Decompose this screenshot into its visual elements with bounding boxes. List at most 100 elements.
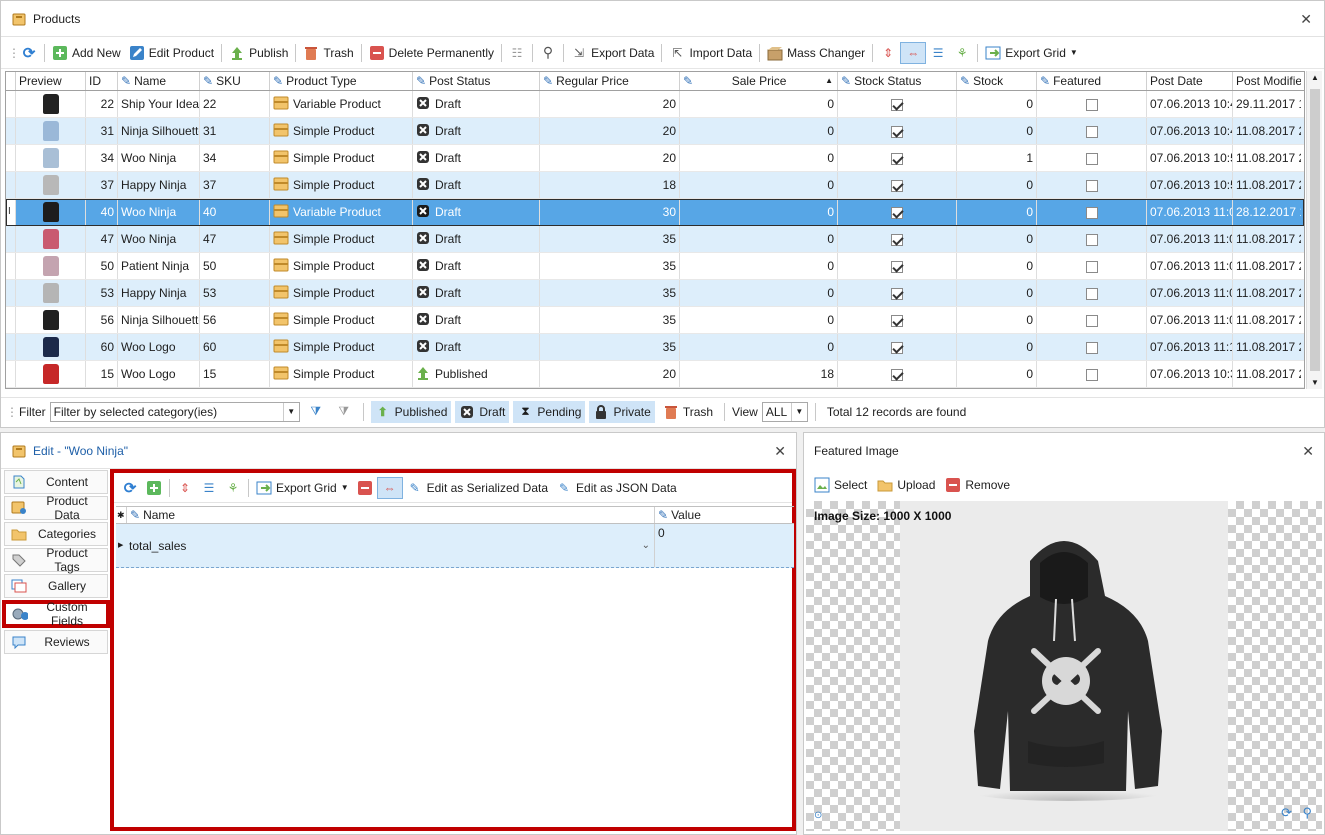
col-header-featured[interactable]: ✎ Featured (1037, 72, 1147, 90)
id-cell[interactable]: 56 (86, 307, 118, 333)
col-header-post-status[interactable]: ✎ Post Status (413, 72, 540, 90)
preview-cell[interactable] (16, 199, 86, 225)
featured-checkbox[interactable] (1085, 314, 1098, 327)
post-modified-cell[interactable]: 11.08.2017 2 (1233, 307, 1301, 333)
col-header-stock[interactable]: ✎ Stock (957, 72, 1037, 90)
fit-columns-button[interactable]: ⇔ (900, 41, 927, 64)
preview-cell[interactable] (16, 91, 86, 117)
sort-asc-icon[interactable]: ▲ (825, 72, 833, 90)
stock-cell[interactable]: 0 (957, 199, 1037, 225)
sale-price-cell[interactable]: 0 (680, 226, 838, 252)
stock-cell[interactable]: 0 (957, 253, 1037, 279)
post-status-cell[interactable]: Draft (413, 226, 540, 252)
name-cell[interactable]: Woo Logo (118, 334, 200, 360)
name-cell[interactable]: Ninja Silhouette (118, 118, 200, 144)
col-header-post-date[interactable]: Post Date (1147, 72, 1233, 90)
tree-button[interactable]: ⚘ (950, 42, 974, 64)
stock-status-checkbox[interactable] (891, 98, 903, 111)
post-date-cell[interactable]: 07.06.2013 10:5 (1147, 172, 1233, 198)
tab-content[interactable]: Content (4, 470, 108, 494)
name-cell[interactable]: Woo Ninja (118, 199, 200, 225)
trash-button[interactable]: Trash (299, 42, 357, 64)
mass-changer-button[interactable]: Mass Changer (763, 42, 869, 64)
featured-image-viewer[interactable]: Image Size: 1000 X 1000 ⊙ ⟳ ⚲ (806, 501, 1322, 831)
post-modified-cell[interactable]: 11.08.2017 2 (1233, 253, 1301, 279)
post-modified-cell[interactable]: 28.12.2017 1 (1233, 199, 1301, 225)
select-image-button[interactable]: Select (810, 474, 871, 496)
col-header-sku[interactable]: ✎ SKU (200, 72, 270, 90)
stock-status-cell[interactable] (838, 91, 957, 117)
product-type-cell[interactable]: Simple Product (270, 226, 413, 252)
regular-price-cell[interactable]: 30 (540, 199, 680, 225)
stock-status-cell[interactable] (838, 334, 957, 360)
product-type-cell[interactable]: Simple Product (270, 145, 413, 171)
scroll-down-icon[interactable]: ▼ (1311, 378, 1319, 387)
featured-checkbox[interactable] (1085, 152, 1098, 165)
post-modified-cell[interactable]: 11.08.2017 2 (1233, 145, 1301, 171)
cf-export-grid-button[interactable]: Export Grid ▼ (252, 477, 353, 499)
col-header-sale-price[interactable]: ✎ Sale Price ▲ (680, 72, 838, 90)
stock-cell[interactable]: 0 (957, 280, 1037, 306)
chevron-down-icon[interactable]: ⌄ (642, 524, 650, 568)
stock-cell[interactable]: 0 (957, 91, 1037, 117)
featured-checkbox[interactable] (1085, 98, 1098, 111)
stock-status-checkbox[interactable] (891, 287, 903, 300)
sale-price-cell[interactable]: 0 (680, 280, 838, 306)
sku-cell[interactable]: 22 (200, 91, 270, 117)
featured-checkbox[interactable] (1085, 206, 1098, 219)
import-data-button[interactable]: ⇱ Import Data (665, 42, 756, 64)
col-header-stock-status[interactable]: ✎ Stock Status (838, 72, 957, 90)
post-date-cell[interactable]: 07.06.2013 10:5 (1147, 145, 1233, 171)
edit-product-button[interactable]: Edit Product (125, 42, 218, 64)
add-new-button[interactable]: Add New (48, 42, 125, 64)
stock-status-cell[interactable] (838, 253, 957, 279)
sku-cell[interactable]: 34 (200, 145, 270, 171)
stock-status-checkbox[interactable] (891, 233, 903, 246)
view-select[interactable]: ALL ▼ (761, 401, 808, 422)
product-type-cell[interactable]: Simple Product (270, 118, 413, 144)
stock-status-cell[interactable] (838, 118, 957, 144)
name-cell[interactable]: Woo Ninja (118, 145, 200, 171)
sale-price-cell[interactable]: 0 (680, 199, 838, 225)
stock-status-cell[interactable] (838, 145, 957, 171)
pending-filter-button[interactable]: ⧗ Pending (513, 400, 586, 423)
cf-tree-button[interactable]: ⚘ (221, 477, 245, 499)
col-header-preview[interactable]: Preview (16, 72, 86, 90)
clear-filter-button[interactable]: ⧩ (332, 401, 356, 423)
stock-status-checkbox[interactable] (891, 152, 903, 165)
table-row[interactable]: 34 Woo Ninja 34 Simple Product Draft 20 0 1 07.0… (6, 145, 1304, 172)
post-modified-cell[interactable]: 11.08.2017 2 (1233, 118, 1301, 144)
close-edit-icon[interactable]: ✕ (774, 443, 786, 460)
col-header-regular-price[interactable]: ✎ Regular Price (540, 72, 680, 90)
id-cell[interactable]: 47 (86, 226, 118, 252)
preview-cell[interactable] (16, 118, 86, 144)
category-filter-input[interactable]: Filter by selected category(ies) ▼ (49, 401, 300, 422)
search-button[interactable]: ⚲ (536, 42, 560, 64)
id-cell[interactable]: 60 (86, 334, 118, 360)
zoom-icon[interactable]: ⚲ (1302, 805, 1312, 821)
stock-status-checkbox[interactable] (891, 341, 903, 354)
product-type-cell[interactable]: Simple Product (270, 361, 413, 387)
product-type-cell[interactable]: Variable Product (270, 91, 413, 117)
sale-price-cell[interactable]: 0 (680, 118, 838, 144)
regular-price-cell[interactable]: 20 (540, 118, 680, 144)
id-cell[interactable]: 53 (86, 280, 118, 306)
sale-price-cell[interactable]: 0 (680, 334, 838, 360)
post-date-cell[interactable]: 07.06.2013 11:1 (1147, 334, 1233, 360)
regular-price-cell[interactable]: 20 (540, 361, 680, 387)
stock-status-checkbox[interactable] (891, 260, 903, 273)
table-row[interactable]: I 40 Woo Ninja 40 Variable Product Draft 30 0 0 0… (6, 199, 1304, 226)
table-row[interactable]: 50 Patient Ninja 50 Simple Product Draft 35 0 0… (6, 253, 1304, 280)
scrollbar-thumb[interactable] (1310, 89, 1320, 371)
sale-price-cell[interactable]: 0 (680, 253, 838, 279)
id-cell[interactable]: 22 (86, 91, 118, 117)
export-data-button[interactable]: ⇲ Export Data (567, 42, 658, 64)
upload-image-button[interactable]: Upload (873, 474, 939, 496)
product-type-cell[interactable]: Variable Product (270, 199, 413, 225)
chevron-down-icon[interactable]: ▼ (282, 402, 299, 421)
regular-price-cell[interactable]: 20 (540, 91, 680, 117)
sale-price-cell[interactable]: 0 (680, 172, 838, 198)
sku-cell[interactable]: 47 (200, 226, 270, 252)
regular-price-cell[interactable]: 35 (540, 253, 680, 279)
featured-cell[interactable] (1037, 253, 1147, 279)
